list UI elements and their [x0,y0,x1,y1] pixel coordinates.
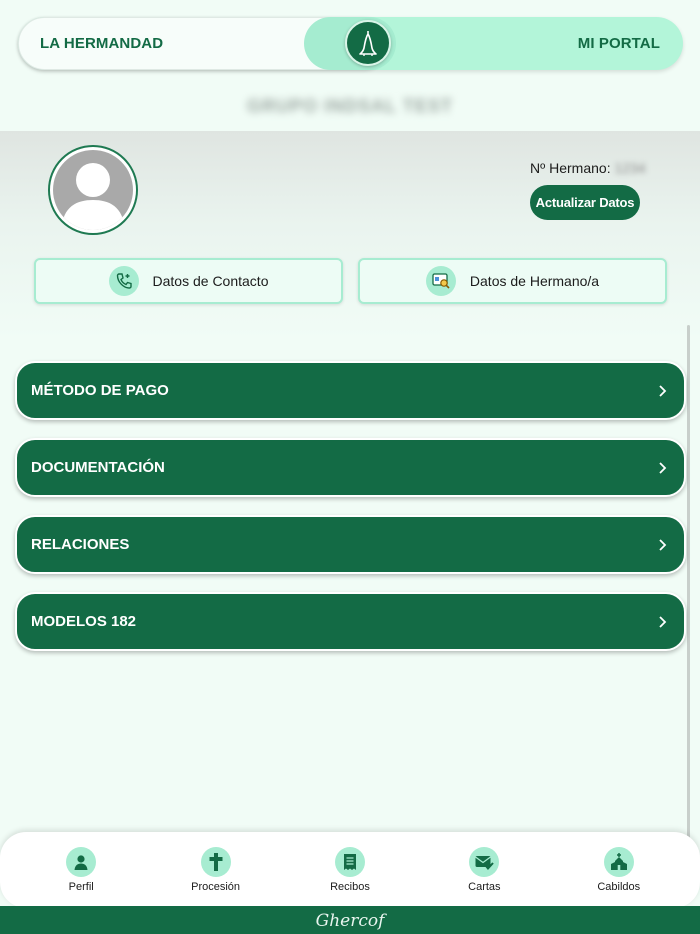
update-data-button[interactable]: Actualizar Datos [530,185,640,220]
cross-icon [200,847,231,877]
phone-icon [108,266,139,296]
member-number-value: 1234 [614,160,646,176]
toggle-label-mi-portal[interactable]: MI PORTAL [578,17,660,70]
avatar [48,145,138,235]
member-data-label: Datos de Hermano/a [469,273,600,289]
menu-documentation[interactable]: DOCUMENTACIÓN [15,438,686,497]
nav-label: Cabildos [597,881,641,893]
nav-procesion[interactable]: Procesión [166,847,266,893]
nav-label: Procesión [191,881,241,893]
nav-cartas[interactable]: Cartas [434,847,534,893]
nazareno-icon[interactable] [345,20,391,66]
menu-label: MÉTODO DE PAGO [31,382,169,399]
nav-perfil[interactable]: Perfil [31,847,131,893]
nav-recibos[interactable]: Recibos [300,847,400,893]
nav-label: Cartas [468,881,501,893]
member-number-label: Nº Hermano: [530,160,611,176]
bottom-navigation: Perfil Procesión Recibos Cartas Cabildos [0,832,700,908]
menu-label: DOCUMENTACIÓN [31,459,165,476]
chevron-right-icon [659,384,667,397]
user-avatar-icon [53,150,133,230]
contact-data-button[interactable]: Datos de Contacto [34,258,343,304]
receipt-icon [334,847,365,877]
member-number: Nº Hermano: 1234 [530,160,646,176]
chevron-right-icon [659,461,667,474]
chevron-right-icon [659,538,667,551]
scrollbar[interactable] [687,325,690,840]
menu-payment-method[interactable]: MÉTODO DE PAGO [15,361,686,420]
chevron-right-icon [659,615,667,628]
brand-logo: Ghercof [315,911,385,931]
group-name: GRUPO INDSAL TEST [247,96,453,116]
menu-label: MODELOS 182 [31,613,137,630]
menu-models-182[interactable]: MODELOS 182 [15,592,686,651]
member-data-button[interactable]: Datos de Hermano/a [358,258,667,304]
menu-relations[interactable]: RELACIONES [15,515,686,574]
church-icon [603,847,634,877]
portal-toggle[interactable]: LA HERMANDAD MI PORTAL [18,17,683,70]
toggle-label-hermandad[interactable]: LA HERMANDAD [40,17,163,70]
nav-label: Recibos [330,881,370,893]
nav-cabildos[interactable]: Cabildos [569,847,669,893]
nav-label: Perfil [68,881,94,893]
menu-label: RELACIONES [31,536,130,553]
mail-icon [469,847,500,877]
id-card-search-icon [425,266,456,296]
contact-data-label: Datos de Contacto [152,273,269,289]
person-icon [66,847,97,877]
